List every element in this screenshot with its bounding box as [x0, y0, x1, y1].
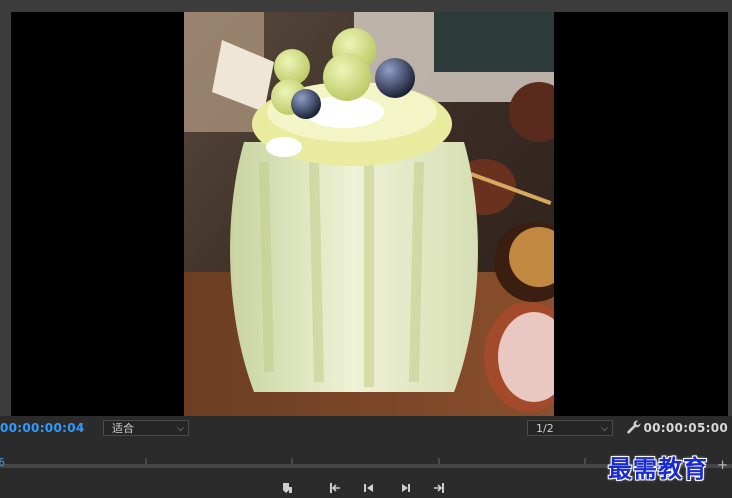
program-monitor: [0, 0, 732, 416]
resolution-value: 1/2: [536, 422, 554, 435]
zoom-level-select[interactable]: 适合 ⌵: [103, 420, 189, 436]
playhead-marker[interactable]: 6: [0, 456, 5, 469]
step-to-in-icon[interactable]: [328, 481, 342, 495]
watermark-logo: 最需教育: [608, 454, 708, 483]
chevron-down-icon: ⌵: [601, 424, 608, 434]
zoom-level-value: 适合: [112, 422, 134, 435]
add-button-icon[interactable]: +: [717, 458, 728, 473]
play-icon[interactable]: [398, 481, 412, 495]
duration-timecode: 00:00:05:00: [643, 421, 728, 435]
step-back-icon[interactable]: [362, 481, 376, 495]
chevron-down-icon: ⌵: [177, 424, 184, 434]
step-to-out-icon[interactable]: [432, 481, 446, 495]
marker-icon[interactable]: [280, 481, 294, 495]
wrench-icon[interactable]: [626, 419, 642, 435]
current-timecode[interactable]: 00:00:00:04: [0, 421, 85, 435]
playback-resolution-select[interactable]: 1/2 ⌵: [527, 420, 613, 436]
video-frame-shaved-ice: [184, 12, 554, 416]
